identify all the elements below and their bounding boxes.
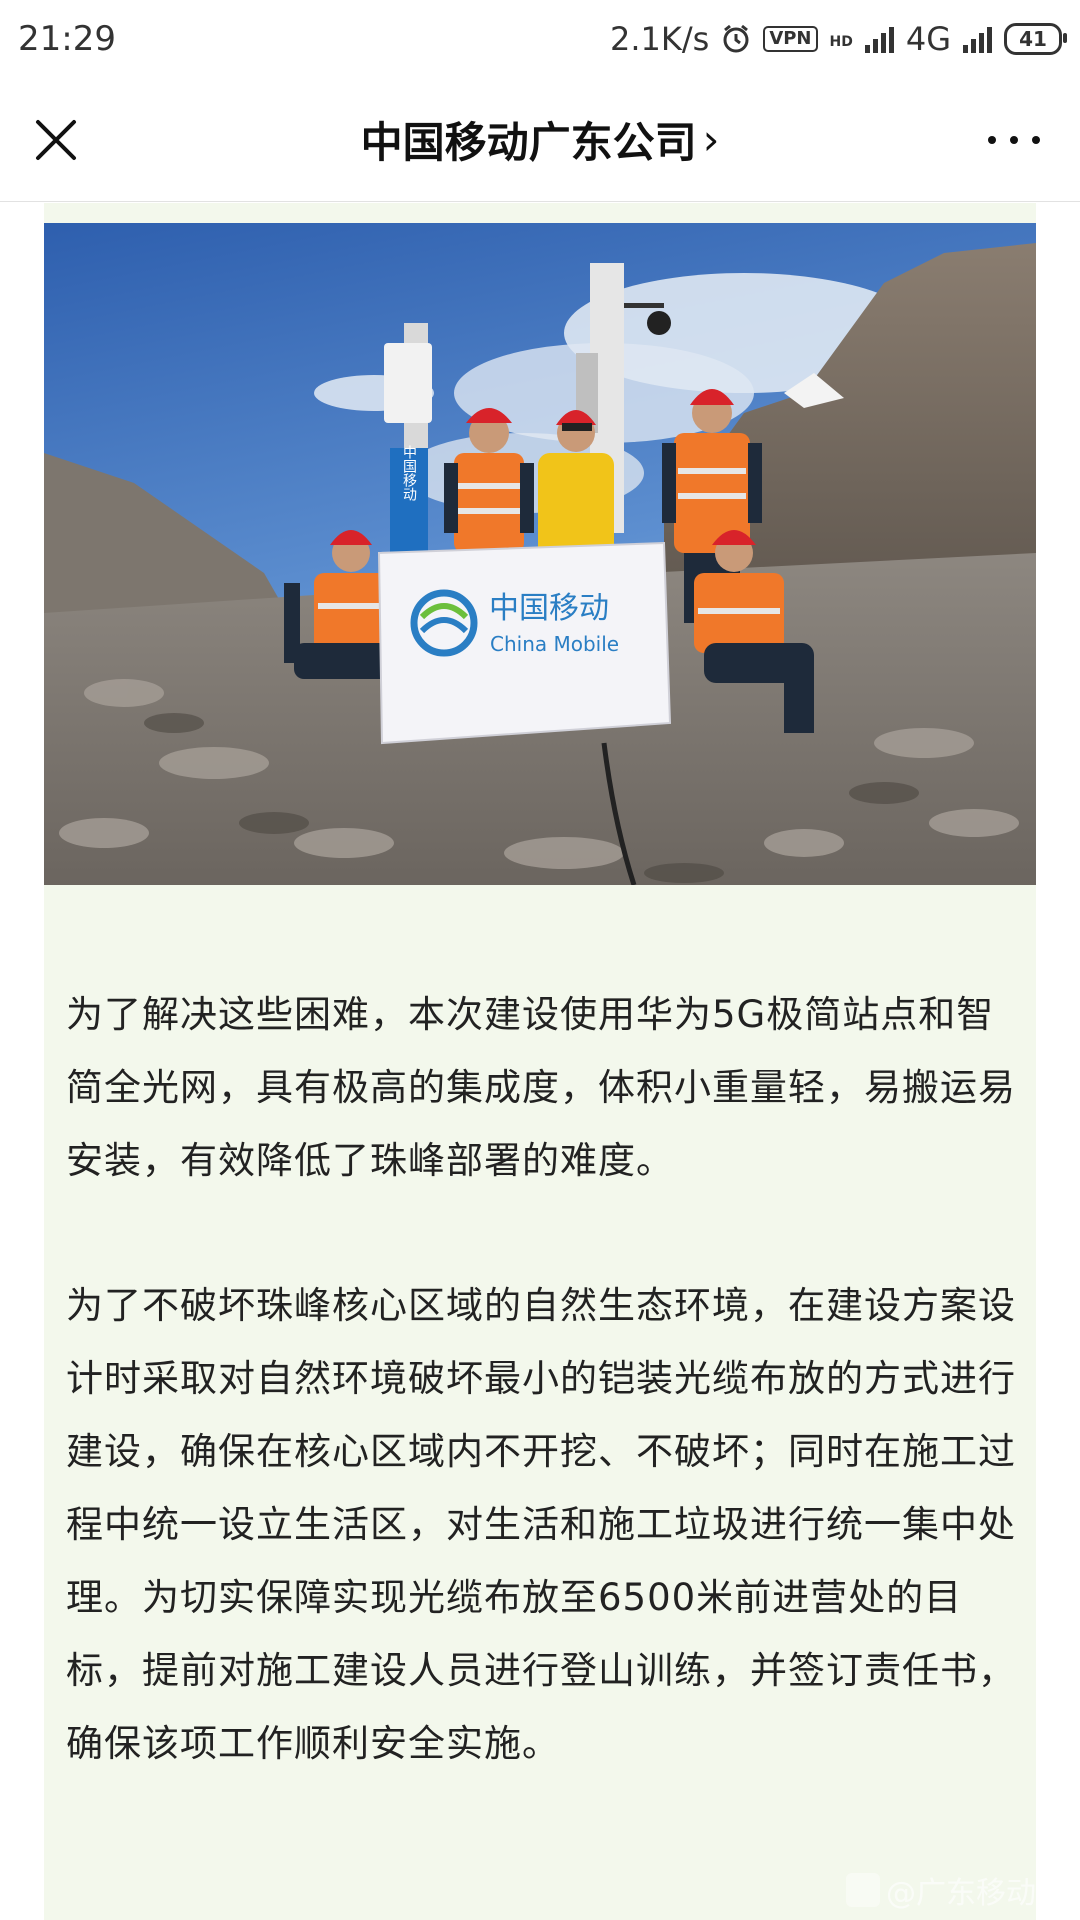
- more-icon[interactable]: [988, 130, 1040, 150]
- everest-team-photo: 中国移动 中国移动 China Mobile: [44, 223, 1036, 885]
- vpn-badge: VPN: [763, 26, 818, 52]
- alarm-icon: [723, 24, 749, 53]
- signal-icon: [864, 25, 894, 53]
- nav-bar: 中国移动广东公司 ›: [0, 78, 1080, 202]
- banner-cn-text: 中国移动: [489, 591, 609, 626]
- watermark-text: @广东移动: [886, 1876, 1036, 1911]
- account-title-link[interactable]: 中国移动广东公司 ›: [361, 109, 720, 170]
- banner-en-text: China Mobile: [490, 632, 619, 656]
- chevron-right-icon: ›: [702, 115, 720, 164]
- close-icon[interactable]: [34, 118, 78, 162]
- status-icons: 2.1K/s VPN HD 4G 41: [609, 20, 1067, 58]
- status-time: 21:29: [18, 19, 116, 59]
- china-mobile-banner: 中国移动 China Mobile: [377, 541, 672, 745]
- article-paragraph-1: 为了解决这些困难，本次建设使用华为5G极简站点和智简全光网，具有极高的集成度，体…: [66, 993, 1016, 1182]
- hd-label: HD: [829, 34, 853, 50]
- article-photo: 中国移动 中国移动 China Mobile: [44, 223, 1036, 885]
- battery-icon: 41: [1004, 23, 1067, 55]
- status-bar: 21:29 2.1K/s VPN HD 4G 41: [0, 0, 1080, 78]
- pole-sign-text: 中国移动: [401, 445, 417, 502]
- watermark: @广东移动: [846, 1868, 1036, 1912]
- signal-icon-2: [963, 25, 992, 53]
- network-speed: 2.1K/s: [609, 20, 710, 58]
- battery-level: 41: [1019, 27, 1047, 51]
- page-title: 中国移动广东公司: [360, 118, 697, 167]
- weibo-logo-icon: [846, 1873, 880, 1907]
- article-content: 中国移动 中国移动 China Mobile 为了解决这些困难，本次建设使用华为…: [44, 203, 1036, 1920]
- article-paragraph-2: 为了不破坏珠峰核心区域的自然生态环境，在建设方案设计时采取对自然环境破坏最小的铠…: [66, 1284, 1016, 1765]
- network-type: 4G: [905, 20, 951, 58]
